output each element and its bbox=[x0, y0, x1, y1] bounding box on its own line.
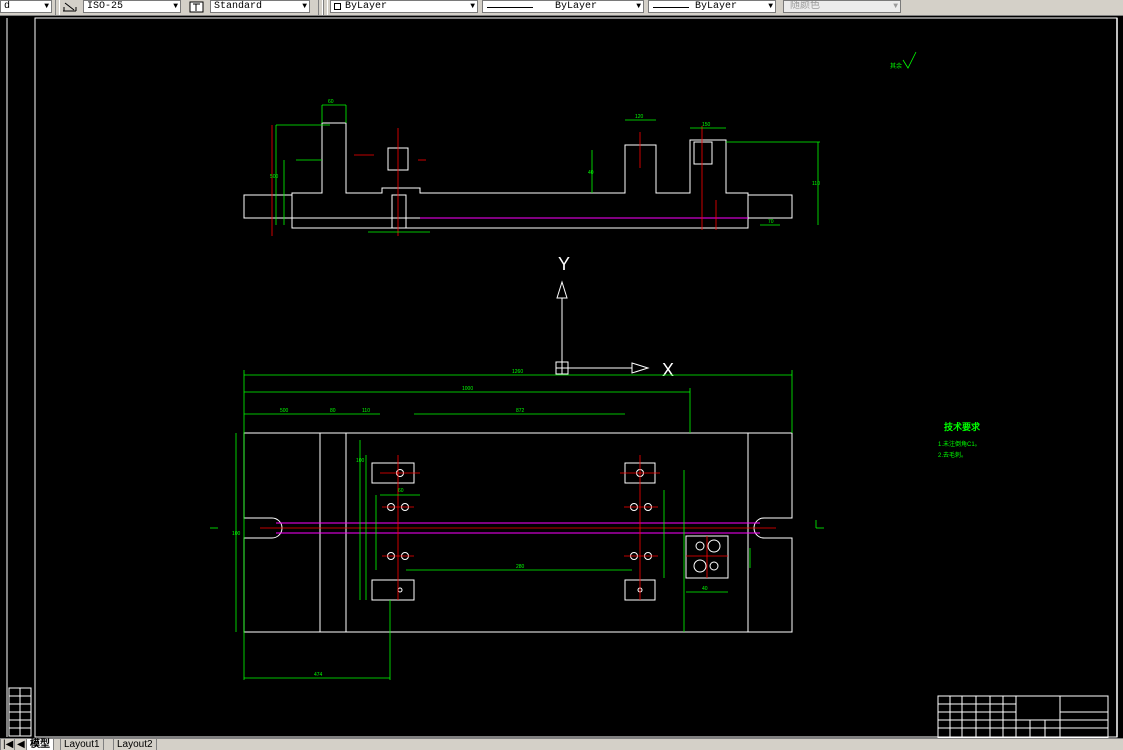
color-control-select[interactable]: ByLayer ▼ bbox=[330, 0, 478, 13]
dim-label: 110 bbox=[812, 181, 820, 187]
tab-layout1[interactable]: Layout1 bbox=[60, 739, 104, 750]
chevron-down-icon: ▼ bbox=[302, 2, 307, 11]
tech-req-item: 1.未注倒角C1。 bbox=[938, 440, 981, 448]
tech-req-item: 2.去毛刺。 bbox=[938, 451, 967, 459]
plotstyle-control-select[interactable]: 随颜色 ▼ bbox=[783, 0, 901, 13]
chevron-down-icon: ▼ bbox=[893, 2, 898, 11]
text-style-icon bbox=[189, 1, 204, 13]
x-axis-label: X bbox=[662, 360, 674, 380]
dim-label: 70 bbox=[768, 219, 774, 225]
drawing-canvas[interactable]: 60 120 150 110 500 40 70 Y X 1260 1000 5… bbox=[0, 16, 1123, 738]
dimension-style-icon bbox=[63, 2, 77, 12]
linetype-control-select[interactable]: ByLayer ▼ bbox=[482, 0, 644, 13]
dim-label: 110 bbox=[362, 408, 370, 414]
dim-label: 1260 bbox=[512, 369, 523, 375]
svg-text:其余: 其余 bbox=[890, 62, 902, 70]
color-swatch-icon bbox=[334, 3, 341, 10]
dim-label: 120 bbox=[635, 114, 644, 120]
dim-label: 474 bbox=[314, 672, 323, 678]
dim-label: 40 bbox=[588, 170, 594, 176]
tab-model[interactable]: 模型 bbox=[26, 739, 54, 750]
toolbar-separator bbox=[55, 0, 60, 15]
toolbar-separator bbox=[323, 0, 328, 15]
prev-style-combo[interactable]: d ▼ bbox=[0, 0, 52, 13]
dim-label: 500 bbox=[280, 408, 289, 414]
text-style-select[interactable]: Standard ▼ bbox=[210, 0, 310, 13]
tech-req-title: 技术要求 bbox=[944, 421, 981, 432]
dim-label: 500 bbox=[270, 174, 279, 180]
dim-label: 150 bbox=[702, 122, 711, 128]
layout-tabs: |◀ ◀ 模型 Layout1 Layout2 bbox=[0, 738, 1123, 750]
properties-toolbar: d ▼ ISO-25 ▼ Standard ▼ ByLayer ▼ ByLayer ▼ B… bbox=[0, 0, 1123, 16]
dim-label: 60 bbox=[328, 99, 334, 105]
dimension-style-select[interactable]: ISO-25 ▼ bbox=[83, 0, 181, 13]
chevron-down-icon: ▼ bbox=[470, 2, 475, 11]
chevron-down-icon: ▼ bbox=[636, 2, 641, 11]
chevron-down-icon: ▼ bbox=[768, 2, 773, 11]
dim-label: 60 bbox=[398, 488, 404, 494]
dim-label: 40 bbox=[702, 586, 708, 592]
dim-label: 80 bbox=[330, 408, 336, 414]
y-axis-label: Y bbox=[558, 254, 570, 274]
tab-layout2[interactable]: Layout2 bbox=[113, 739, 157, 750]
dim-label: 872 bbox=[516, 408, 525, 414]
lineweight-control-select[interactable]: ByLayer ▼ bbox=[648, 0, 776, 13]
chevron-down-icon: ▼ bbox=[44, 2, 49, 11]
dim-label: 1000 bbox=[462, 386, 473, 392]
dim-label: 280 bbox=[516, 564, 525, 570]
dim-label: 100 bbox=[356, 458, 365, 464]
chevron-down-icon: ▼ bbox=[173, 2, 178, 11]
dim-label: 100 bbox=[232, 531, 241, 537]
